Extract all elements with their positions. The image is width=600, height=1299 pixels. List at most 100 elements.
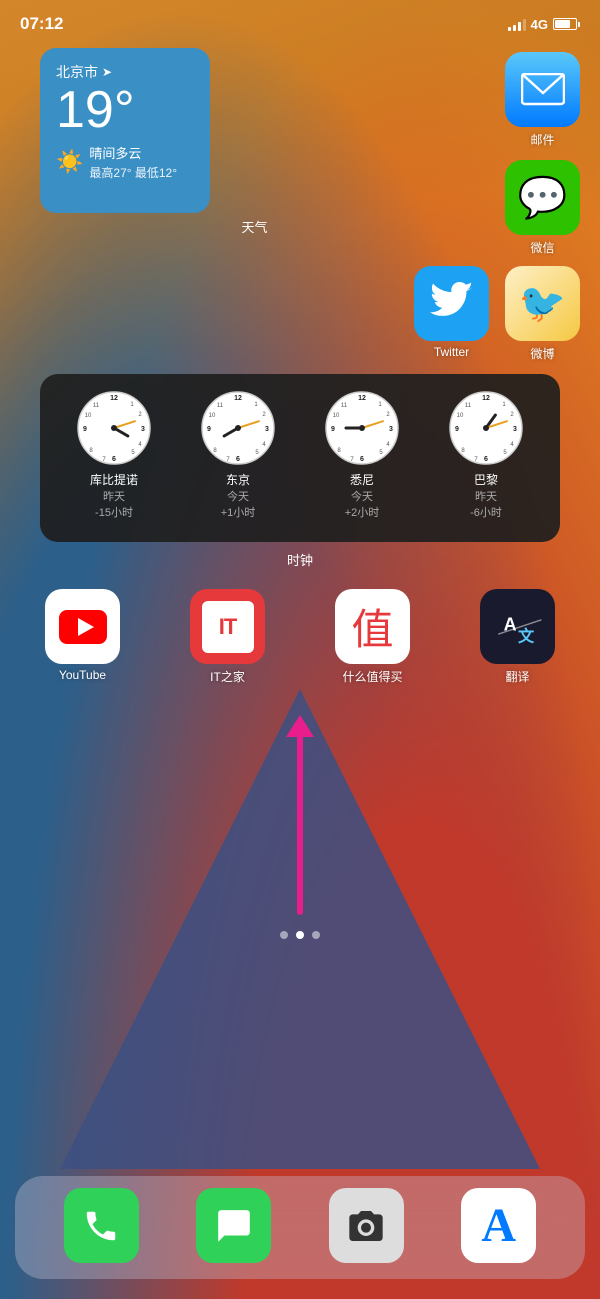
app-wechat[interactable]: 💬 微信 <box>505 160 580 256</box>
it-icon: IT <box>190 589 265 664</box>
weather-widget[interactable]: 北京市 ➤ 19° ☀️ 晴间多云 最高27° 最低12° 天气 <box>20 48 489 236</box>
status-time: 07:12 <box>20 14 63 34</box>
clock-day-cupertino: 昨天 <box>64 488 164 504</box>
twitter-bird-icon <box>430 282 474 326</box>
sun-icon: ☀️ <box>56 149 83 175</box>
zhide-logo: 值 <box>351 596 393 657</box>
clock-day-tokyo: 今天 <box>188 488 288 504</box>
page-dot-2 <box>296 931 304 939</box>
app-youtube[interactable]: YouTube <box>45 589 120 682</box>
svg-text:9: 9 <box>455 426 459 433</box>
svg-text:6: 6 <box>236 456 240 463</box>
app-weibo[interactable]: 🐦 微博 <box>505 266 580 362</box>
twitter-label: Twitter <box>414 345 489 359</box>
svg-text:12: 12 <box>482 395 490 402</box>
svg-text:11: 11 <box>93 403 100 409</box>
clock-city-cupertino: 库比提诺 <box>64 471 164 488</box>
phone-icon <box>64 1188 139 1263</box>
zhide-icon: 值 <box>335 589 410 664</box>
mail-icon <box>505 52 580 127</box>
youtube-logo <box>59 610 107 644</box>
svg-text:6: 6 <box>484 456 488 463</box>
dock-app-appstore[interactable]: A <box>461 1188 536 1267</box>
wechat-icon: 💬 <box>505 160 580 235</box>
clock-widget[interactable]: 12 3 6 9 1 2 4 5 7 8 10 11 <box>20 374 580 569</box>
clock-tokyo: 12 3 6 9 1 2 4 5 7 8 10 11 <box>188 390 288 520</box>
clock-face-paris: 12 3 6 9 1 2 4 5 7 8 10 11 <box>448 390 524 466</box>
svg-text:9: 9 <box>83 426 87 433</box>
signal-bar-2 <box>513 25 516 31</box>
twitter-icon <box>414 266 489 341</box>
wechat-logo: 💬 <box>518 174 568 221</box>
appstore-letter: A <box>481 1198 516 1253</box>
dock-app-camera[interactable] <box>329 1188 404 1267</box>
app-twitter[interactable]: Twitter <box>414 266 489 362</box>
weather-condition-row: ☀️ 晴间多云 最高27° 最低12° <box>56 143 194 181</box>
clock-app-label: 时钟 <box>20 550 580 569</box>
svg-text:6: 6 <box>360 456 364 463</box>
clock-offset-paris: -6小时 <box>436 504 536 520</box>
svg-text:9: 9 <box>207 426 211 433</box>
clock-cupertino: 12 3 6 9 1 2 4 5 7 8 10 11 <box>64 390 164 520</box>
appstore-icon: A <box>461 1188 536 1263</box>
clock-paris: 12 3 6 9 1 2 4 5 7 8 10 11 <box>436 390 536 520</box>
page-indicators <box>0 931 600 939</box>
signal-icon <box>508 17 526 31</box>
svg-text:11: 11 <box>217 403 224 409</box>
it-text: IT <box>219 614 237 640</box>
clock-offset-tokyo: +1小时 <box>188 504 288 520</box>
translate-icon: A 文 <box>480 589 555 664</box>
arrow-line <box>297 735 303 915</box>
svg-text:6: 6 <box>112 456 116 463</box>
dock-app-messages[interactable] <box>196 1188 271 1267</box>
app-translate[interactable]: A 文 翻译 <box>480 589 555 685</box>
weibo-label: 微博 <box>505 345 580 362</box>
wechat-label: 微信 <box>505 239 580 256</box>
messages-icon <box>196 1188 271 1263</box>
app-mail[interactable]: 邮件 <box>505 52 580 148</box>
svg-text:10: 10 <box>209 413 216 419</box>
clock-sydney: 12 3 6 9 1 2 4 5 7 8 10 11 <box>312 390 412 520</box>
clock-day-paris: 昨天 <box>436 488 536 504</box>
svg-text:10: 10 <box>457 413 464 419</box>
clock-city-tokyo: 东京 <box>188 471 288 488</box>
mail-svg <box>521 73 565 107</box>
clock-offset-sydney: +2小时 <box>312 504 412 520</box>
messages-svg <box>215 1207 253 1245</box>
svg-text:11: 11 <box>465 403 472 409</box>
svg-text:11: 11 <box>341 403 348 409</box>
youtube-label: YouTube <box>45 668 120 682</box>
svg-text:12: 12 <box>234 395 242 402</box>
signal-bar-3 <box>518 22 521 31</box>
page-dot-3 <box>312 931 320 939</box>
svg-text:9: 9 <box>331 426 335 433</box>
svg-text:3: 3 <box>265 426 269 433</box>
weibo-logo: 🐦 <box>519 282 566 326</box>
svg-text:12: 12 <box>110 395 118 402</box>
svg-text:12: 12 <box>358 395 366 402</box>
camera-svg <box>346 1206 386 1246</box>
dock: A <box>15 1176 585 1279</box>
weather-city: 北京市 ➤ <box>56 62 194 82</box>
clock-day-sydney: 今天 <box>312 488 412 504</box>
svg-text:10: 10 <box>85 413 92 419</box>
clock-face-cupertino: 12 3 6 9 1 2 4 5 7 8 10 11 <box>76 390 152 466</box>
clock-offset-cupertino: -15小时 <box>64 504 164 520</box>
location-arrow-icon: ➤ <box>102 65 112 79</box>
clock-city-sydney: 悉尼 <box>312 471 412 488</box>
dock-app-phone[interactable] <box>64 1188 139 1267</box>
translate-logo: A 文 <box>491 600 545 654</box>
svg-text:3: 3 <box>513 426 517 433</box>
battery-fill <box>555 20 570 28</box>
app-it[interactable]: IT IT之家 <box>190 589 265 685</box>
screen-content: 07:12 4G 北京市 ➤ <box>0 0 600 1299</box>
mail-label: 邮件 <box>505 131 580 148</box>
clocks-row: 12 3 6 9 1 2 4 5 7 8 10 11 <box>52 390 548 520</box>
app-zhide[interactable]: 值 什么值得买 <box>335 589 410 685</box>
clock-face-sydney: 12 3 6 9 1 2 4 5 7 8 10 11 <box>324 390 400 466</box>
battery-tip <box>578 22 580 27</box>
signal-bar-1 <box>508 27 511 31</box>
weather-app-label: 天气 <box>20 217 489 236</box>
swipe-up-arrow <box>0 715 600 915</box>
camera-icon <box>329 1188 404 1263</box>
